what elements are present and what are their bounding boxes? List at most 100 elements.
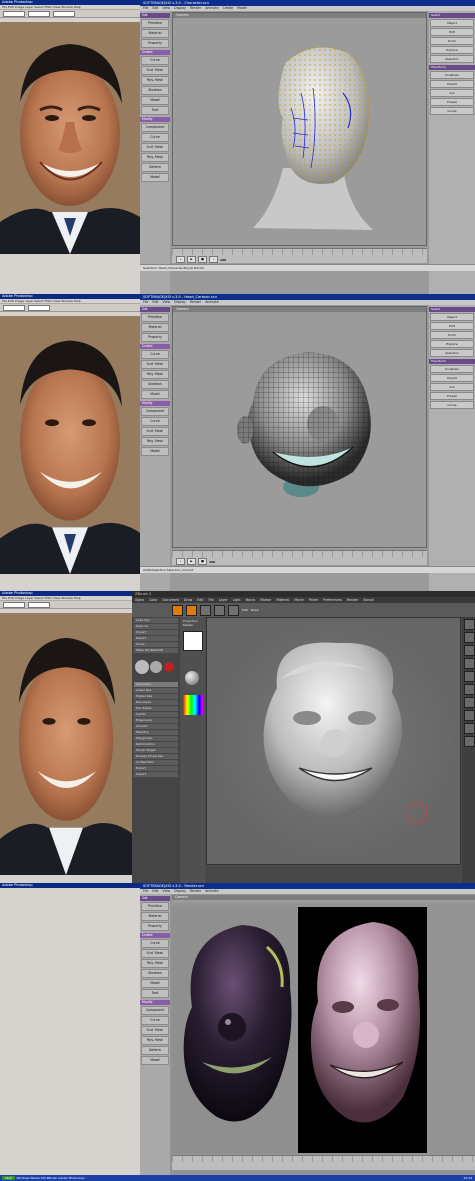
tool-item[interactable]: Make PolyMesh3D: [134, 648, 178, 653]
mcp-button[interactable]: Edit: [430, 28, 474, 36]
taskbar-item[interactable]: Windows Media: [16, 1176, 39, 1180]
rotate-button[interactable]: [228, 604, 239, 616]
menu-item[interactable]: Document: [162, 597, 179, 603]
tool-item[interactable]: Save As: [134, 624, 178, 629]
mcp-button[interactable]: Constrain: [430, 365, 474, 373]
mcp-button[interactable]: Edit: [430, 322, 474, 330]
menu-item[interactable]: Layer: [219, 597, 228, 603]
toolbar-button[interactable]: Deform: [141, 1046, 169, 1055]
shelf-button[interactable]: [464, 736, 475, 747]
menu-item[interactable]: Edit: [197, 597, 203, 603]
toolbar-button[interactable]: Model: [141, 96, 169, 105]
menu-item[interactable]: File: [208, 597, 213, 603]
menu-item[interactable]: Model: [237, 6, 247, 11]
taskbar-item[interactable]: Adobe Photoshop: [58, 1176, 84, 1180]
tool-item[interactable]: Del Higher: [134, 706, 178, 711]
mcp-button[interactable]: Point: [430, 37, 474, 45]
menu-item[interactable]: Marker: [260, 597, 271, 603]
taskbar-item[interactable]: ZBrush: [46, 1176, 57, 1180]
tool-item[interactable]: Import: [134, 772, 178, 777]
menu-item[interactable]: Animate: [205, 300, 218, 305]
play-button[interactable]: ▶: [187, 558, 196, 565]
texture-slot[interactable]: [183, 631, 203, 651]
menu-item[interactable]: Stencil: [363, 597, 374, 603]
tool-item[interactable]: Smooth: [134, 724, 178, 729]
tool-item[interactable]: Polygroups: [134, 736, 178, 741]
rewind-button[interactable]: «: [176, 558, 185, 565]
mcp-button[interactable]: Selection: [430, 349, 474, 357]
toolbar-button[interactable]: Surf. Mesh: [141, 66, 169, 75]
tool-item[interactable]: Load Tool: [134, 618, 178, 623]
toolbar-button[interactable]: Property: [141, 922, 169, 931]
toolbar-button[interactable]: Material: [141, 912, 169, 921]
shelf-button[interactable]: [464, 671, 475, 682]
toolbar-button[interactable]: Surf. Mesh: [141, 143, 169, 152]
toolbar-button[interactable]: Skeleton: [141, 86, 169, 95]
tool-item[interactable]: Morph Target: [134, 748, 178, 753]
toolbar-button[interactable]: Surf. Mesh: [141, 427, 169, 436]
zbrush-canvas[interactable]: [206, 617, 461, 865]
options-field[interactable]: [53, 10, 75, 17]
toolbar-button[interactable]: Poly. Mesh: [141, 1036, 169, 1045]
menu-item[interactable]: Render: [190, 6, 201, 11]
menu-item[interactable]: Create: [223, 6, 234, 11]
mcp-button[interactable]: Explore: [430, 340, 474, 348]
toolbar-button[interactable]: Property: [141, 333, 169, 342]
options-field[interactable]: [3, 10, 25, 17]
toolbar-button[interactable]: Poly. Mesh: [141, 76, 169, 85]
shelf-button[interactable]: [464, 697, 475, 708]
timeline[interactable]: [172, 1155, 475, 1170]
move-button[interactable]: [200, 604, 211, 616]
menu-item[interactable]: Light: [233, 597, 241, 603]
timeline[interactable]: « ▶ ■ 100: [172, 550, 427, 565]
toolbar-button[interactable]: Poly. Mesh: [141, 959, 169, 968]
toolbar-button[interactable]: Deform: [141, 163, 169, 172]
toolbar-button[interactable]: Curve: [141, 1016, 169, 1025]
mcp-button[interactable]: Object: [430, 313, 474, 321]
toolbar-button[interactable]: Model: [141, 447, 169, 456]
mcp-button[interactable]: Cut: [430, 383, 474, 391]
toolbar-button[interactable]: Curve: [141, 350, 169, 359]
mcp-button[interactable]: Freeze: [430, 98, 474, 106]
menu-item[interactable]: Render: [190, 889, 201, 894]
toolbar-button[interactable]: Component: [141, 407, 169, 416]
menu-item[interactable]: Display: [174, 6, 186, 11]
start-button[interactable]: Start: [2, 1176, 16, 1180]
timeline-ticks[interactable]: [172, 1156, 475, 1162]
mcp-button[interactable]: Explore: [430, 46, 474, 54]
edit-button[interactable]: [172, 604, 183, 616]
viewport[interactable]: Camera: [172, 12, 427, 246]
menu-item[interactable]: Render: [190, 300, 201, 305]
shelf-button[interactable]: [464, 632, 475, 643]
options-field[interactable]: [28, 304, 50, 311]
toolbar-button[interactable]: Poly. Mesh: [141, 437, 169, 446]
toolbar-button[interactable]: Curve: [141, 133, 169, 142]
shelf-button[interactable]: [464, 645, 475, 656]
mcp-button[interactable]: Cut: [430, 89, 474, 97]
frame-field[interactable]: 100: [209, 560, 215, 564]
menu-item[interactable]: Material: [276, 597, 289, 603]
toolbar-button[interactable]: Model: [141, 979, 169, 988]
toolbar-button[interactable]: Skeleton: [141, 380, 169, 389]
viewport[interactable]: Camera: [172, 306, 427, 548]
material-sphere[interactable]: [185, 671, 199, 685]
tool-item[interactable]: Export: [134, 636, 178, 641]
tool-item[interactable]: Import: [134, 630, 178, 635]
toolbar-button[interactable]: Material: [141, 323, 169, 332]
options-field[interactable]: [3, 601, 25, 608]
mcp-button[interactable]: Parent: [430, 374, 474, 382]
viewport-label[interactable]: Camera: [172, 895, 475, 900]
tool-item[interactable]: Higher Res: [134, 694, 178, 699]
toolbar-button[interactable]: Curve: [141, 417, 169, 426]
rewind-button[interactable]: «: [176, 256, 185, 263]
color-picker[interactable]: [183, 695, 203, 715]
menu-item[interactable]: Picker: [309, 597, 319, 603]
mcp-button[interactable]: Selection: [430, 55, 474, 63]
toolbar-button[interactable]: Component: [141, 1006, 169, 1015]
tool-item[interactable]: Lower Res: [134, 688, 178, 693]
tool-item[interactable]: Masking: [134, 730, 178, 735]
shelf-button[interactable]: [464, 723, 475, 734]
shelf-button[interactable]: [464, 684, 475, 695]
menu-item[interactable]: Render: [347, 597, 358, 603]
toolbar-button[interactable]: Model: [141, 173, 169, 182]
